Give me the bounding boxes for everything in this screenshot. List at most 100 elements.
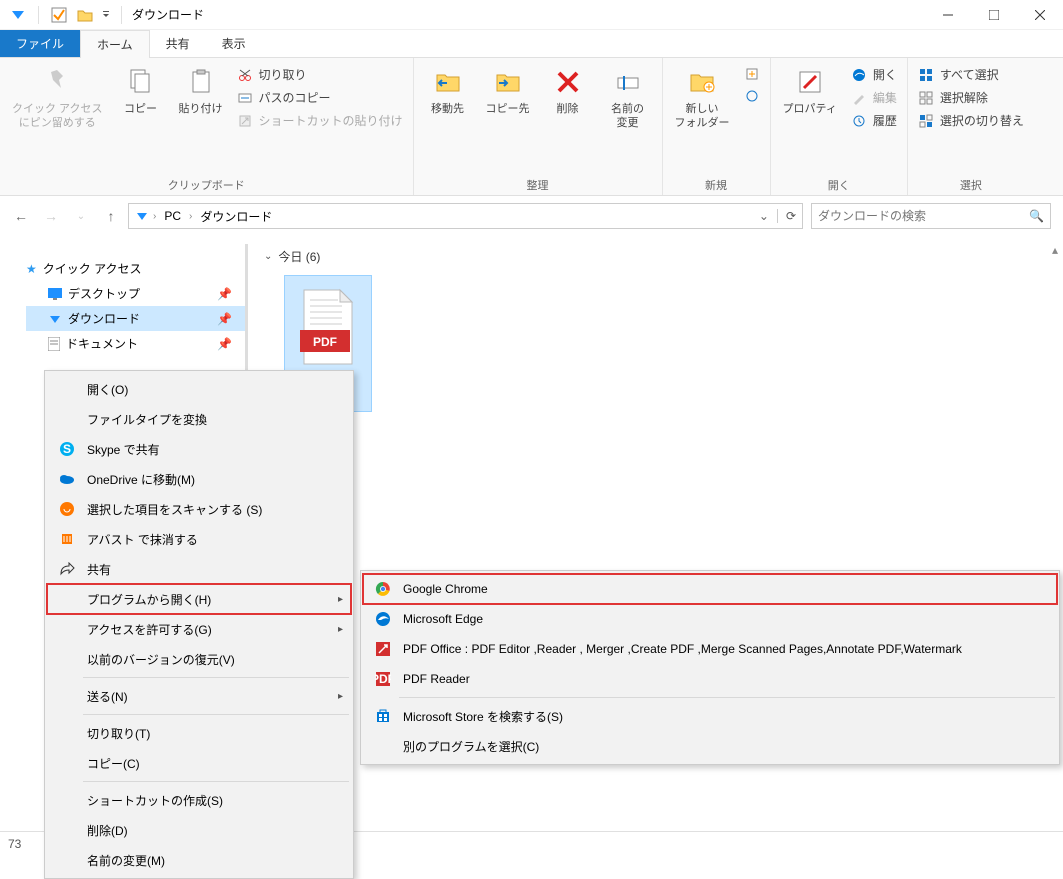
maximize-button[interactable] [971,0,1017,30]
ctx-scan-selected[interactable]: 選択した項目をスキャンする (S) [47,494,351,524]
cut-button[interactable]: 切り取り [233,64,407,85]
ctx-app-pdf-office[interactable]: PDF Office : PDF Editor ,Reader , Merger… [363,634,1057,664]
new-item-button[interactable] [740,64,764,84]
tab-share[interactable]: 共有 [150,30,206,57]
search-icon[interactable]: 🔍 [1029,209,1044,223]
close-button[interactable] [1017,0,1063,30]
ribbon-group-clipboard: クイック アクセス にピン留めする コピー 貼り付け 切り取り パスのコピー [0,58,414,195]
copy-to-button[interactable]: コピー先 [480,62,536,120]
svg-text:S: S [63,442,71,456]
group-label: 開く [777,175,901,193]
onedrive-icon [57,469,77,489]
ribbon-group-open: プロパティ 開く 編集 履歴 開く [771,58,908,195]
chevron-down-icon: ⌄ [264,251,272,262]
quick-access-header[interactable]: ★ クイック アクセス [26,256,248,281]
refresh-icon[interactable]: ⟳ [777,209,796,223]
select-none-icon [918,90,934,106]
svg-text:PDF: PDF [375,672,391,686]
folder-icon[interactable] [73,3,97,27]
paste-shortcut-button[interactable]: ショートカットの貼り付け [233,110,407,131]
down-arrow-icon[interactable] [6,3,30,27]
group-label: 選択 [914,175,1028,193]
breadcrumb-item[interactable]: PC [160,209,185,223]
search-input[interactable] [818,209,1029,223]
tab-view[interactable]: 表示 [206,30,262,57]
ctx-choose-another[interactable]: 別のプログラムを選択(C) [363,731,1057,761]
ctx-change-filetype[interactable]: ファイルタイプを変換 [47,404,351,434]
select-all-button[interactable]: すべて選択 [914,64,1028,85]
dropdown-icon[interactable] [99,3,113,27]
ctx-skype-share[interactable]: SSkype で共有 [47,434,351,464]
ctx-copy[interactable]: コピー(C) [47,748,351,778]
history-button[interactable]: 履歴 [847,110,901,131]
desktop-icon [48,288,62,300]
ctx-app-chrome[interactable]: Google Chrome [363,574,1057,604]
checkbox-icon[interactable] [47,3,71,27]
nav-item-desktop[interactable]: デスクトップ 📌 [26,281,248,306]
breadcrumb-item[interactable]: ダウンロード [196,208,276,225]
new-folder-button[interactable]: 新しい フォルダー [669,62,736,135]
ctx-search-store[interactable]: Microsoft Store を検索する(S) [363,701,1057,731]
svg-text:PDF: PDF [313,335,337,349]
separator [83,781,349,782]
easy-access-button[interactable] [740,86,764,106]
ctx-onedrive-move[interactable]: OneDrive に移動(M) [47,464,351,494]
nav-item-downloads[interactable]: ダウンロード 📌 [26,306,248,331]
ctx-share[interactable]: 共有 [47,554,351,584]
edit-icon [851,90,867,106]
paste-button[interactable]: 貼り付け [173,62,229,120]
chevron-right-icon: ▸ [338,594,343,605]
up-button[interactable]: ↑ [102,208,120,224]
ctx-create-shortcut[interactable]: ショートカットの作成(S) [47,785,351,815]
ctx-delete[interactable]: 削除(D) [47,815,351,845]
edit-button[interactable]: 編集 [847,87,901,108]
ctx-send-to[interactable]: 送る(N)▸ [47,681,351,711]
recent-dropdown[interactable]: ⌄ [72,211,90,222]
easy-access-icon [744,88,760,104]
open-button[interactable]: 開く [847,64,901,85]
ctx-cut[interactable]: 切り取り(T) [47,718,351,748]
delete-button[interactable]: 削除 [540,62,596,120]
search-box[interactable]: 🔍 [811,203,1051,229]
avast-scan-icon [57,499,77,519]
ctx-open[interactable]: 開く(O) [47,374,351,404]
copy-button[interactable]: コピー [113,62,169,120]
forward-button[interactable]: → [42,208,60,224]
ribbon-group-organize: 移動先 コピー先 削除 名前の 変更 整理 [414,58,663,195]
paste-icon [185,66,217,98]
ctx-rename[interactable]: 名前の変更(M) [47,845,351,875]
share-icon [57,559,77,579]
nav-arrows: ← → ⌄ ↑ [12,208,120,224]
tab-file[interactable]: ファイル [0,30,80,57]
ctx-restore-previous[interactable]: 以前のバージョンの復元(V) [47,644,351,674]
item-count: 73 [8,837,21,851]
skype-icon: S [57,439,77,459]
separator [83,714,349,715]
separator [399,697,1055,698]
ctx-app-edge[interactable]: Microsoft Edge [363,604,1057,634]
ctx-app-pdf-reader[interactable]: PDF PDF Reader [363,664,1057,694]
chevron-right-icon[interactable]: › [153,211,156,222]
nav-item-documents[interactable]: ドキュメント 📌 [26,331,248,356]
window-title: ダウンロード [128,6,204,23]
rename-button[interactable]: 名前の 変更 [600,62,656,135]
ctx-give-access[interactable]: アクセスを許可する(G)▸ [47,614,351,644]
breadcrumb[interactable]: › PC › ダウンロード ⌄ ⟳ [128,203,803,229]
scroll-up-icon[interactable]: ▴ [1047,240,1063,260]
invert-selection-button[interactable]: 選択の切り替え [914,110,1028,131]
ctx-avast-shred[interactable]: アバスト で抹消する [47,524,351,554]
move-to-button[interactable]: 移動先 [420,62,476,120]
select-none-button[interactable]: 選択解除 [914,87,1028,108]
ctx-open-with[interactable]: プログラムから開く(H)▸ [47,584,351,614]
minimize-button[interactable] [925,0,971,30]
dropdown-icon[interactable]: ⌄ [759,209,769,223]
properties-button[interactable]: プロパティ [777,62,843,120]
tab-home[interactable]: ホーム [80,30,150,58]
copy-path-button[interactable]: パスのコピー [233,87,407,108]
back-button[interactable]: ← [12,208,30,224]
divider [121,6,122,24]
pin-to-quick-access-button[interactable]: クイック アクセス にピン留めする [6,62,109,135]
chevron-right-icon[interactable]: › [189,211,192,222]
group-header-today[interactable]: ⌄ 今日 (6) [264,244,1047,269]
ribbon-group-select: すべて選択 選択解除 選択の切り替え 選択 [908,58,1034,195]
